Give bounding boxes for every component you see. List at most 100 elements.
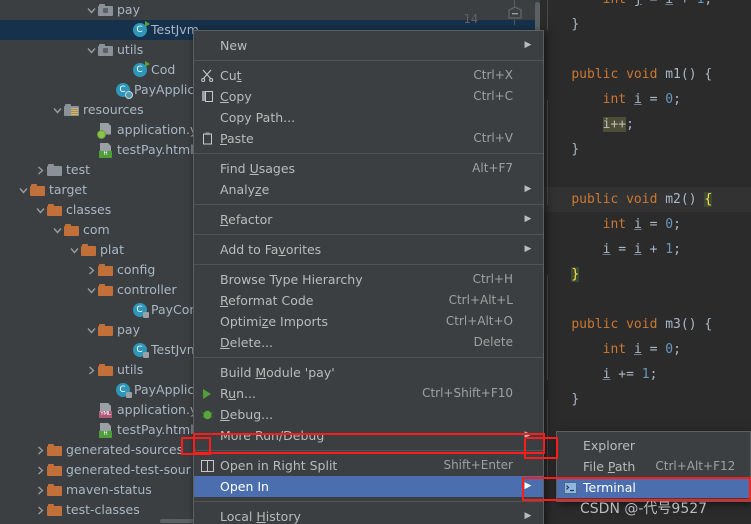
menu-separator	[194, 234, 543, 235]
code-token: +	[641, 242, 666, 257]
code-line[interactable]: i += 1;	[540, 362, 751, 387]
code-line[interactable]: public void m3() {	[540, 312, 751, 337]
submenu-item-explorer[interactable]: Explorer	[557, 435, 750, 456]
menu-item-optimize-imports[interactable]: Optimize Imports Ctrl+Alt+O	[194, 311, 543, 332]
menu-item-add-to-favorites[interactable]: Add to Favorites ▶	[194, 239, 543, 260]
code-line[interactable]: }	[540, 137, 751, 162]
menu-item-cut[interactable]: Cut Ctrl+X	[194, 65, 543, 86]
menu-item-shortcut: Ctrl+Alt+F12	[655, 459, 736, 473]
menu-item-more-run-debug[interactable]: More Run/Debug ▶	[194, 425, 543, 446]
menu-separator	[194, 501, 543, 502]
chevron-down-icon[interactable]	[51, 100, 63, 120]
chevron-down-icon[interactable]	[34, 200, 46, 220]
folder-icon	[64, 224, 79, 236]
chevron-down-icon[interactable]	[85, 0, 97, 20]
tree-item-label: testPay.html	[117, 422, 194, 437]
menu-item-run[interactable]: Run... Ctrl+Shift+F10	[194, 383, 543, 404]
code-token: j	[634, 0, 642, 7]
menu-item-debug[interactable]: Debug...	[194, 404, 543, 425]
indent-guide	[547, 400, 548, 480]
code-line[interactable]: public void m1() {	[540, 62, 751, 87]
code-line[interactable]: i = i + 1;	[540, 237, 751, 262]
chevron-right-icon[interactable]	[85, 260, 97, 280]
menu-item-find-usages[interactable]: Find Usages Alt+F7	[194, 158, 543, 179]
paste-icon	[202, 132, 212, 145]
code-fold-marker-icon[interactable]	[508, 6, 522, 20]
code-token: () {	[680, 67, 713, 82]
submenu-arrow-icon: ▶	[524, 184, 532, 194]
menu-item-new[interactable]: New ▶	[194, 35, 543, 56]
java-class-spring-icon: C	[115, 83, 133, 99]
open-in-submenu[interactable]: Explorer File Path Ctrl+Alt+F12 Terminal	[556, 431, 751, 502]
chevron-down-icon[interactable]	[68, 240, 80, 260]
code-line[interactable]: int j = i + 1;	[540, 0, 751, 12]
tree-item-label: pay	[117, 2, 140, 17]
code-line[interactable]: int i = 0;	[540, 337, 751, 362]
chevron-down-icon[interactable]	[85, 320, 97, 340]
menu-item-build-module-pay[interactable]: Build Module 'pay'	[194, 362, 543, 383]
split-icon	[200, 459, 214, 472]
menu-item-refactor[interactable]: Refactor ▶	[194, 209, 543, 230]
menu-item-label: Add to Favorites	[220, 242, 322, 257]
chevron-down-icon[interactable]	[51, 220, 63, 240]
submenu-item-file-path[interactable]: File Path Ctrl+Alt+F12	[557, 456, 750, 477]
submenu-arrow-icon: ▶	[524, 430, 532, 440]
menu-item-open-in[interactable]: Open In ▶	[194, 476, 543, 497]
html-file-icon: H	[99, 142, 112, 158]
menu-item-browse-type-hierarchy[interactable]: Browse Type Hierarchy Ctrl+H	[194, 269, 543, 290]
tree-item-label: com	[83, 222, 110, 237]
menu-item-paste[interactable]: Paste Ctrl+V	[194, 128, 543, 149]
folder-icon	[47, 444, 62, 456]
submenu-item-terminal[interactable]: Terminal	[557, 477, 750, 498]
menu-item-local-history[interactable]: Local History ▶	[194, 506, 543, 524]
code-line[interactable]: }	[540, 387, 751, 412]
chevron-right-icon[interactable]	[34, 160, 46, 180]
tree-item-label: pay	[117, 322, 140, 337]
code-token: ;	[673, 342, 681, 357]
code-line[interactable]: int i = 0;	[540, 212, 751, 237]
tree-item-label: utils	[117, 42, 144, 57]
chevron-right-icon[interactable]	[34, 500, 46, 520]
menu-item-analyze[interactable]: Analyze ▶	[194, 179, 543, 200]
menu-item-shortcut: Ctrl+Alt+L	[448, 293, 513, 307]
code-line[interactable]: }	[540, 12, 751, 37]
chevron-down-icon[interactable]	[85, 280, 97, 300]
code-token: int	[602, 217, 634, 232]
tree-item-label: Cod	[151, 62, 176, 77]
menu-item-open-in-right-split[interactable]: Open in Right Split Shift+Enter	[194, 455, 543, 476]
code-line[interactable]: public void m2() {	[540, 187, 751, 212]
tree-item-label: classes	[66, 202, 112, 217]
debug-icon	[201, 410, 213, 420]
tree-item-label: test-classes	[66, 502, 140, 517]
chevron-right-icon[interactable]	[34, 440, 46, 460]
context-menu[interactable]: New ▶ Cut Ctrl+X Copy Ctrl+C Copy Path... Paste…	[193, 30, 544, 524]
code-token: public void	[571, 192, 666, 207]
chevron-right-icon[interactable]	[85, 360, 97, 380]
code-token: 1	[665, 242, 674, 257]
code-line[interactable]	[540, 287, 751, 312]
folder-icon	[81, 244, 96, 256]
menu-item-label: Analyze	[220, 182, 270, 197]
menu-item-icon	[194, 388, 220, 400]
chevron-down-icon[interactable]	[17, 180, 29, 200]
menu-item-copy[interactable]: Copy Ctrl+C	[194, 86, 543, 107]
code-token: +=	[610, 367, 642, 382]
code-content[interactable]: int j = i + 1; } public void m1() { int …	[540, 0, 751, 412]
code-token: =	[641, 217, 666, 232]
chevron-right-icon[interactable]	[34, 460, 46, 480]
chevron-down-icon[interactable]	[85, 40, 97, 60]
menu-item-label: Cut	[220, 68, 242, 83]
code-line[interactable]	[540, 37, 751, 62]
code-line[interactable]: int i = 0;	[540, 87, 751, 112]
menu-item-label: Open in Right Split	[220, 458, 338, 473]
code-line[interactable]	[540, 162, 751, 187]
code-line[interactable]: i++;	[540, 112, 751, 137]
menu-item-copy-path[interactable]: Copy Path...	[194, 107, 543, 128]
code-line[interactable]: }	[540, 262, 751, 287]
chevron-right-icon[interactable]	[34, 480, 46, 500]
tree-item-label: generated-test-sour	[66, 462, 191, 477]
menu-item-reformat-code[interactable]: Reformat Code Ctrl+Alt+L	[194, 290, 543, 311]
menu-item-delete[interactable]: Delete... Delete	[194, 332, 543, 353]
